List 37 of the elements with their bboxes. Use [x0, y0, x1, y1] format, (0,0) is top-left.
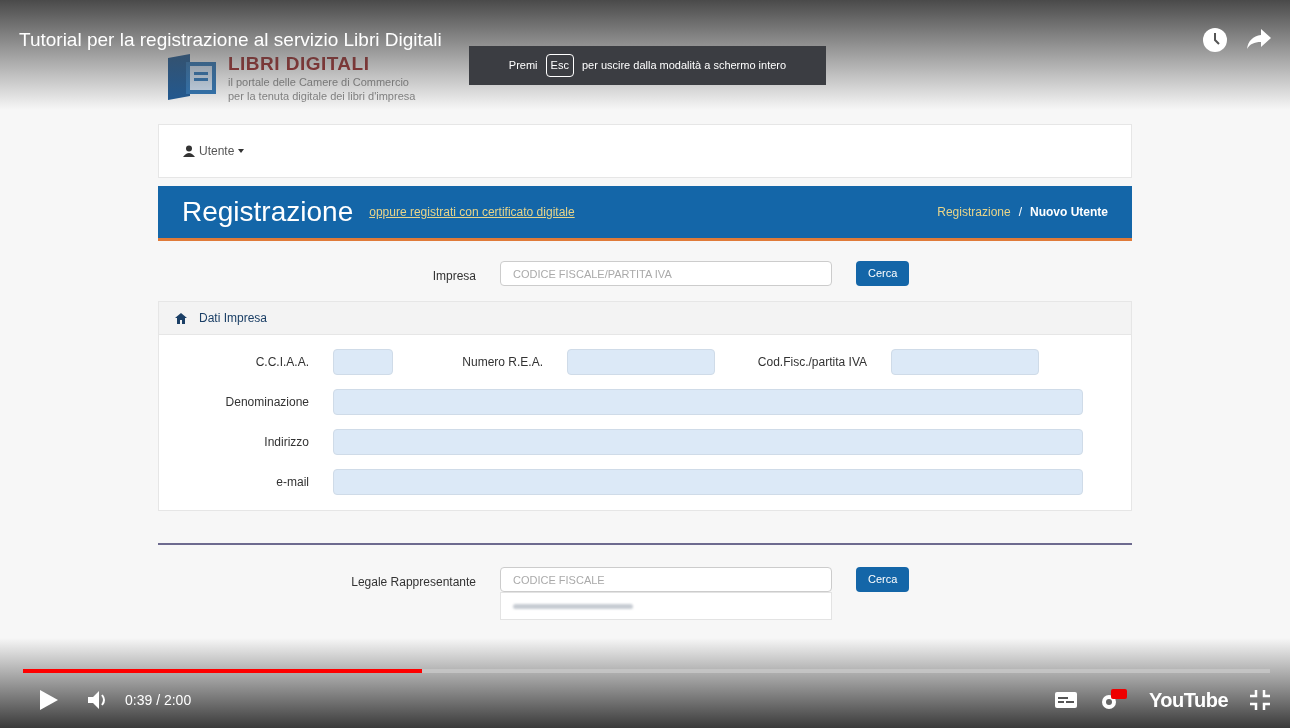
user-icon: [183, 145, 195, 157]
breadcrumb-item: Nuovo Utente: [1030, 204, 1108, 221]
search-button[interactable]: Cerca: [856, 261, 910, 286]
logo-subtitle: il portale delle Camere di Commercio: [228, 75, 410, 90]
certificate-link[interactable]: oppure registrati con certificato digitale: [369, 203, 575, 221]
tooltip-text: Premi: [508, 58, 538, 74]
subtitles-icon[interactable]: [1054, 692, 1077, 708]
field-label: Denominazione: [224, 394, 310, 411]
search-field[interactable]: CODICE FISCALE: [500, 567, 832, 592]
page-title: Registrazione: [182, 195, 354, 229]
logo-title: LIBRI DIGITALI: [228, 52, 371, 76]
video-title: Tutorial per la registrazione al servizio Libri Digitali: [19, 28, 442, 52]
field-label: Impresa: [431, 268, 477, 285]
breadcrumb-item[interactable]: Registrazione: [937, 203, 1011, 221]
logo-subtitle: per la tenuta digitale dei libri d'impresa: [228, 89, 416, 104]
field-label: Numero R.E.A.: [461, 354, 544, 371]
time-display: 0:39 / 2:00: [125, 690, 192, 710]
user-menu[interactable]: Utente: [183, 142, 245, 160]
play-icon[interactable]: [40, 690, 58, 710]
exit-fullscreen-icon[interactable]: [1250, 690, 1270, 710]
youtube-logo[interactable]: YouTube: [1148, 685, 1228, 715]
search-button[interactable]: Cerca: [856, 567, 910, 592]
panel-title: Dati Impresa: [199, 310, 268, 327]
field-label: Legale Rappresentante: [350, 574, 477, 591]
breadcrumb-separator: /: [1018, 204, 1022, 221]
readonly-field: [333, 349, 393, 375]
key-label: Esc: [545, 54, 574, 77]
field-label: e-mail: [275, 474, 310, 491]
home-icon: [175, 312, 187, 324]
search-field[interactable]: CODICE FISCALE/PARTITA IVA: [500, 261, 832, 286]
clock-icon[interactable]: [1203, 28, 1227, 52]
tooltip-text: per uscire dalla modalità a schermo intero: [581, 58, 787, 74]
share-arrow-icon[interactable]: [1247, 29, 1271, 49]
field-label: Indirizzo: [263, 434, 310, 451]
field-label: Cod.Fisc./partita IVA: [756, 354, 868, 371]
field-label: C.C.I.A.A.: [254, 354, 310, 371]
caret-icon: [238, 149, 245, 153]
